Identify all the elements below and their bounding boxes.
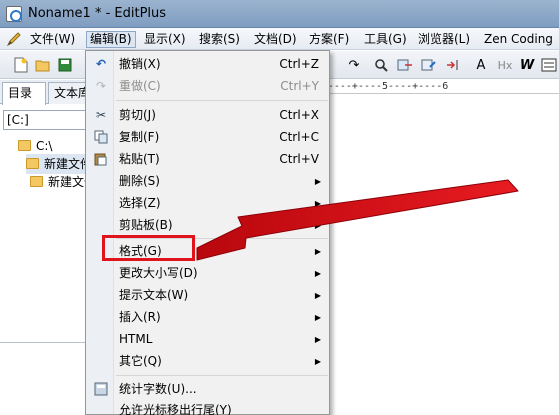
folder-icon bbox=[30, 176, 43, 187]
edit-menu-dropdown: ↶ 撤销(X) Ctrl+Z ↷ 重做(C) Ctrl+Y ✂ 剪切(J) Ct… bbox=[85, 50, 330, 415]
copy-icon bbox=[93, 129, 109, 145]
menu-edit[interactable]: 编辑(B) bbox=[86, 31, 136, 48]
tab-cliptext[interactable]: 文本库 bbox=[48, 82, 86, 104]
tab-directory[interactable]: 目录 bbox=[2, 82, 46, 105]
paste-icon bbox=[93, 151, 109, 167]
pencil-icon bbox=[6, 32, 21, 47]
menu-search[interactable]: 搜索(S) bbox=[195, 31, 244, 48]
menu-change-case[interactable]: 更改大小写(D) ▶ bbox=[87, 263, 329, 284]
font-icon[interactable]: A bbox=[472, 56, 490, 74]
editplus-app-icon bbox=[6, 6, 22, 22]
word-wrap-icon[interactable]: W bbox=[518, 56, 536, 74]
submenu-arrow-icon: ▶ bbox=[314, 199, 321, 208]
menu-file[interactable]: 文件(W) bbox=[26, 31, 79, 48]
menu-document[interactable]: 文档(D) bbox=[250, 31, 301, 48]
folder-icon bbox=[18, 140, 31, 151]
html-icon[interactable]: Hx bbox=[496, 56, 514, 74]
goto-icon[interactable] bbox=[420, 56, 438, 74]
save-icon[interactable] bbox=[56, 56, 74, 74]
drive-selector[interactable]: [C:] bbox=[3, 110, 86, 130]
menu-view[interactable]: 显示(X) bbox=[140, 31, 190, 48]
directory-panel: 目录 文本库 [C:] C:\ 新建文件夹 新建文件夹 bbox=[0, 80, 108, 415]
menu-browser[interactable]: 浏览器(L) bbox=[414, 31, 474, 48]
tree-item-folder-1[interactable]: 新建文件夹 bbox=[26, 154, 104, 174]
menu-insert[interactable]: 插入(R) ▶ bbox=[87, 307, 329, 328]
menu-word-count[interactable]: 统计字数(U)... bbox=[87, 379, 329, 400]
redo-icon: ↷ bbox=[95, 78, 107, 93]
menu-separator bbox=[116, 100, 328, 101]
find-icon[interactable] bbox=[372, 56, 390, 74]
menu-separator bbox=[116, 375, 328, 376]
replace-icon[interactable] bbox=[396, 56, 414, 74]
redo-icon[interactable]: ↷ bbox=[345, 56, 363, 74]
calculator-icon bbox=[93, 381, 109, 397]
menu-delete[interactable]: 删除(S) ▶ bbox=[87, 171, 329, 192]
folder-open-icon bbox=[26, 158, 39, 169]
menu-other[interactable]: 其它(Q) ▶ bbox=[87, 351, 329, 372]
menu-project[interactable]: 方案(F) bbox=[305, 31, 353, 48]
title-bar: Noname1 * - EditPlus bbox=[0, 0, 559, 28]
submenu-arrow-icon: ▶ bbox=[314, 335, 321, 344]
menu-redo[interactable]: ↷ 重做(C) Ctrl+Y bbox=[87, 76, 329, 97]
annotation-highlight-box bbox=[102, 235, 195, 261]
open-folder-icon[interactable] bbox=[34, 56, 52, 74]
ruler-toggle-icon[interactable] bbox=[540, 56, 558, 74]
menu-paste[interactable]: 粘贴(T) Ctrl+V bbox=[87, 149, 329, 170]
menu-hint-text[interactable]: 提示文本(W) ▶ bbox=[87, 285, 329, 306]
indent-icon[interactable] bbox=[444, 56, 462, 74]
submenu-arrow-icon: ▶ bbox=[314, 357, 321, 366]
menu-cut[interactable]: ✂ 剪切(J) Ctrl+X bbox=[87, 105, 329, 126]
menu-zen-coding[interactable]: Zen Coding bbox=[480, 31, 557, 48]
tree-item-folder-2[interactable]: 新建文件夹 bbox=[30, 172, 108, 192]
window-title: Noname1 * - EditPlus bbox=[28, 6, 167, 21]
side-tabs: 目录 文本库 bbox=[0, 80, 86, 105]
submenu-arrow-icon: ▶ bbox=[314, 291, 321, 300]
tree-item-root[interactable]: C:\ bbox=[18, 136, 52, 156]
submenu-arrow-icon: ▶ bbox=[314, 247, 321, 256]
menu-copy[interactable]: 复制(F) Ctrl+C bbox=[87, 127, 329, 148]
menu-tools[interactable]: 工具(G) bbox=[360, 31, 411, 48]
menu-virtual-space[interactable]: 允许光标移出行尾(Y) bbox=[87, 400, 329, 415]
panel-divider[interactable] bbox=[0, 342, 86, 343]
menu-clipboard[interactable]: 剪贴板(B) ▶ bbox=[87, 215, 329, 236]
menu-bar: 文件(W) 编辑(B) 显示(X) 搜索(S) 文档(D) 方案(F) 工具(G… bbox=[0, 28, 559, 50]
submenu-arrow-icon: ▶ bbox=[314, 177, 321, 186]
menu-undo[interactable]: ↶ 撤销(X) Ctrl+Z bbox=[87, 54, 329, 75]
scissors-icon: ✂ bbox=[95, 107, 107, 122]
submenu-arrow-icon: ▶ bbox=[314, 313, 321, 322]
submenu-arrow-icon: ▶ bbox=[314, 269, 321, 278]
submenu-arrow-icon: ▶ bbox=[314, 221, 321, 230]
undo-icon: ↶ bbox=[95, 56, 107, 71]
new-file-icon[interactable] bbox=[12, 56, 30, 74]
menu-html[interactable]: HTML ▶ bbox=[87, 329, 329, 350]
menu-select[interactable]: 选择(Z) ▶ bbox=[87, 193, 329, 214]
